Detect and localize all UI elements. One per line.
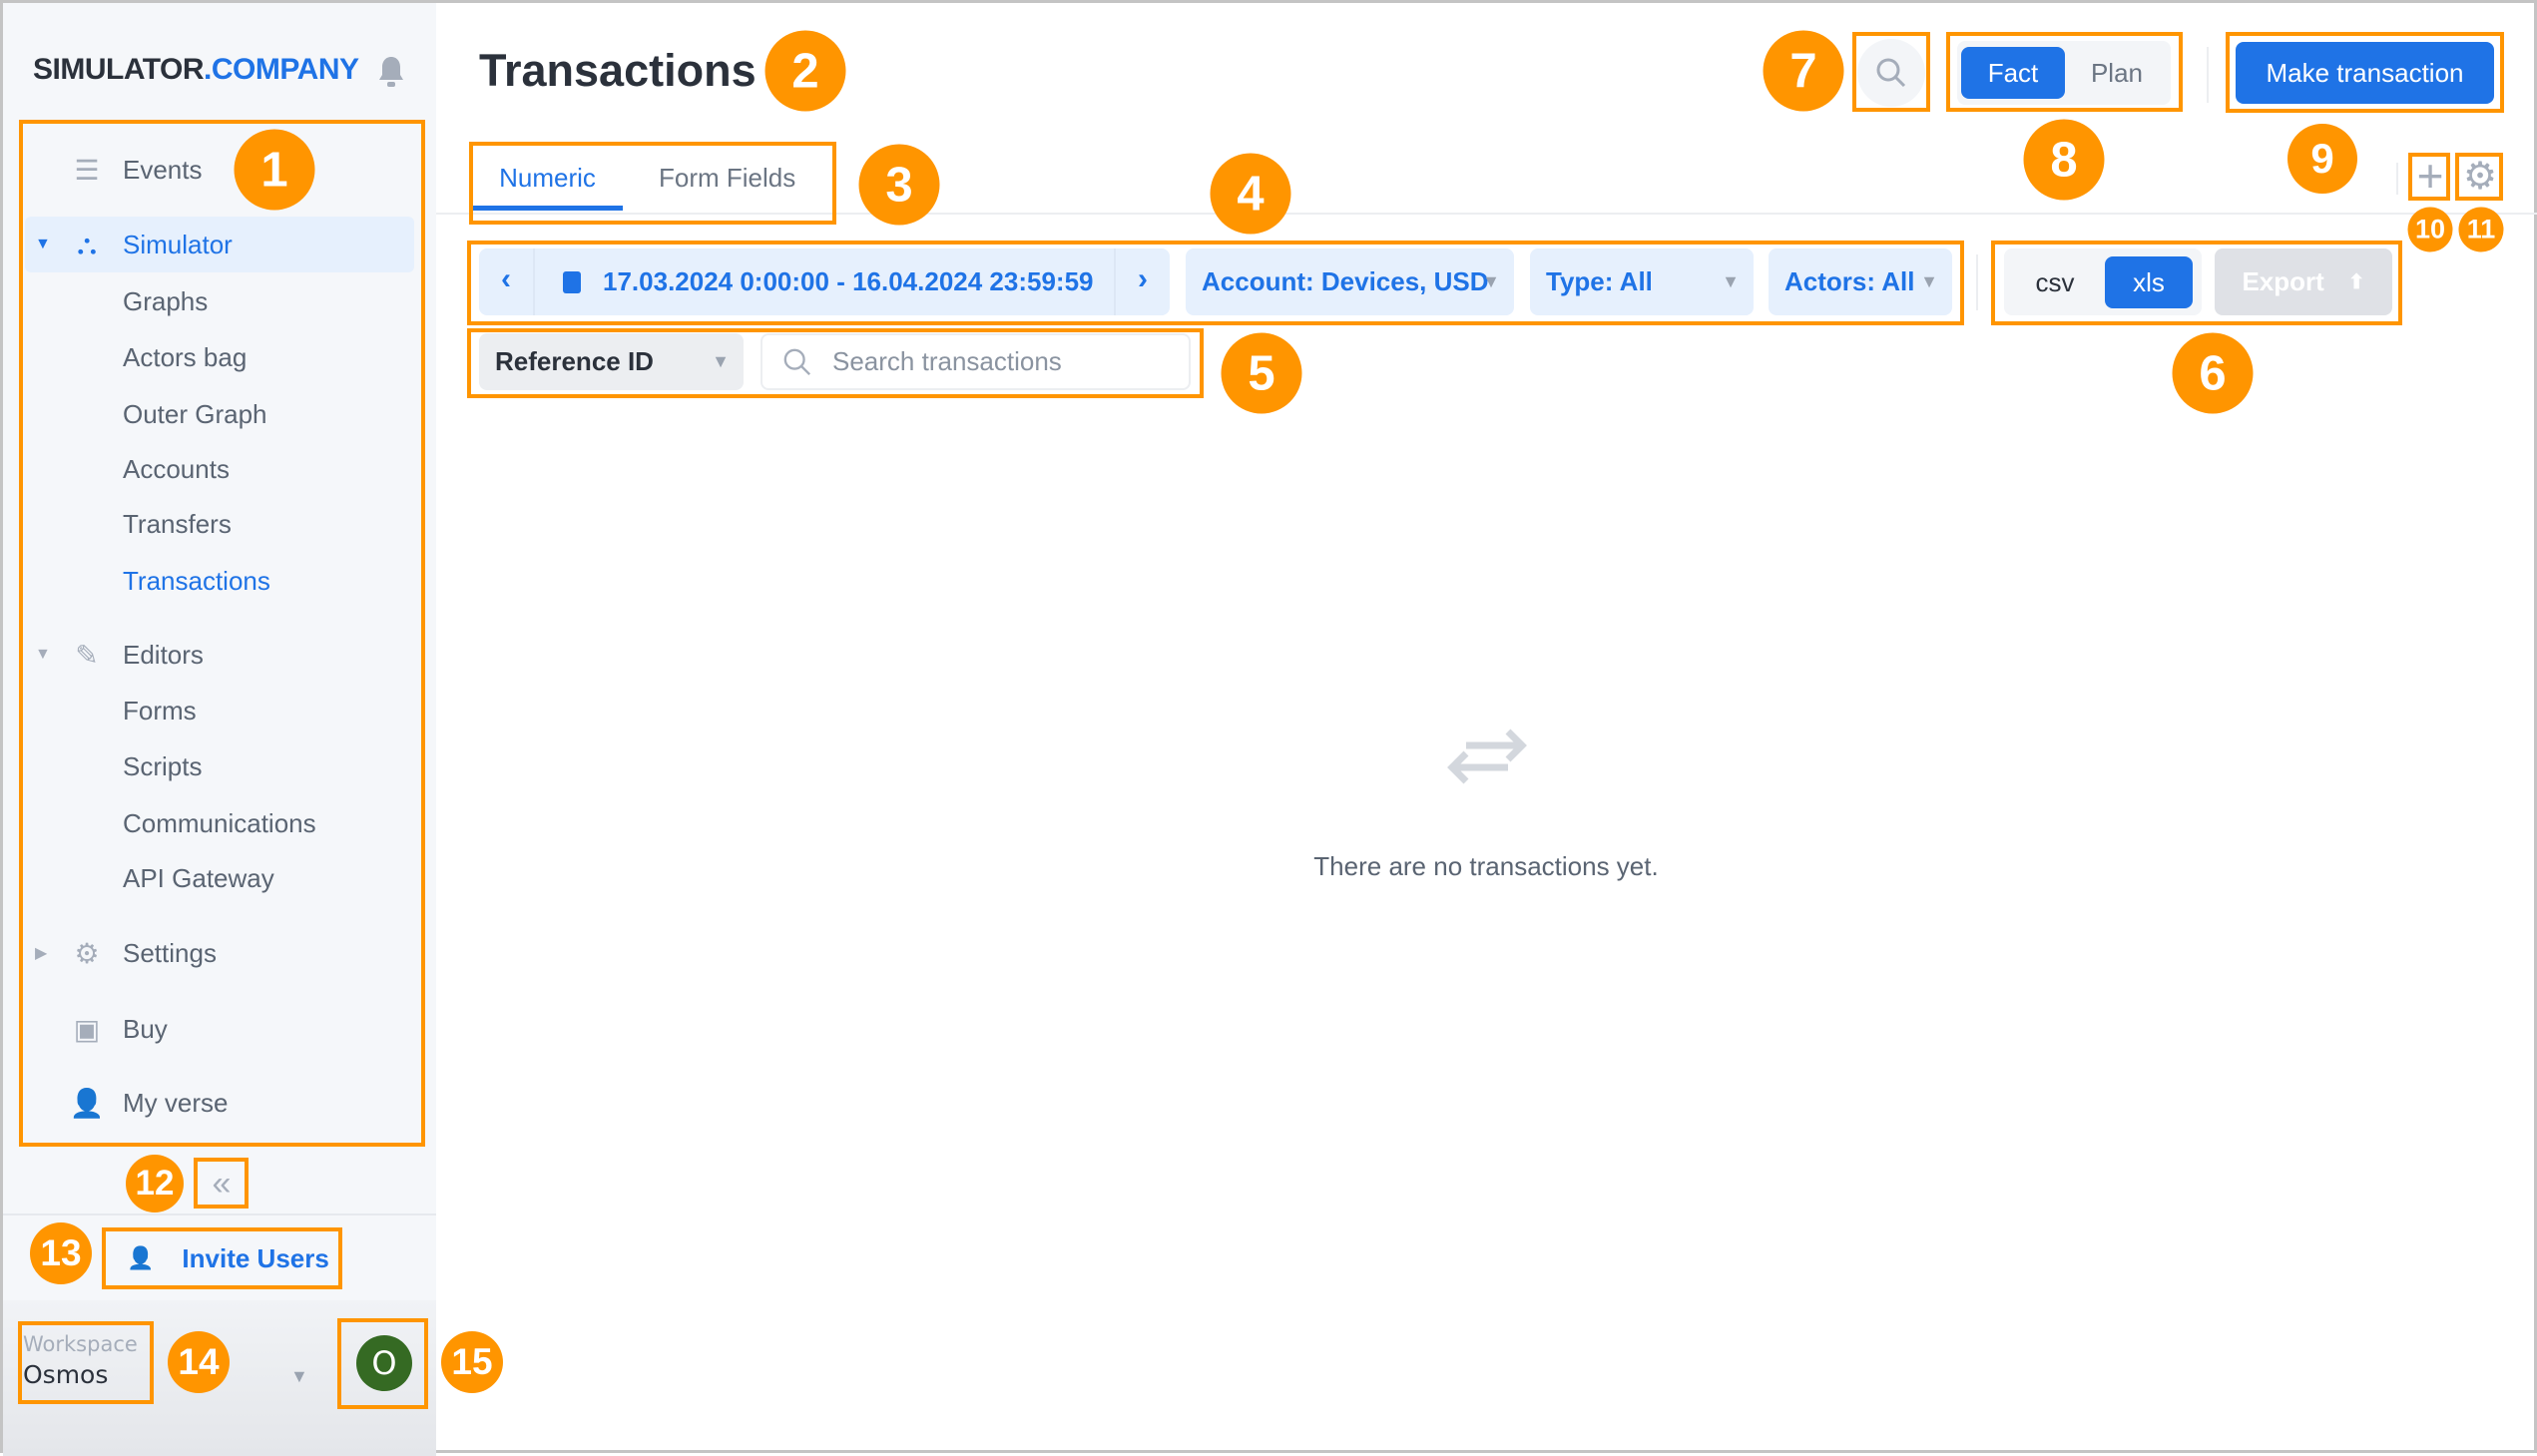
annotation-badge-15: 15 [441,1331,503,1393]
annotation-badge-8: 8 [2023,119,2105,201]
annotation-badge-11: 11 [2458,207,2504,252]
annotation-badge-9: 9 [2287,124,2357,194]
empty-state-message: There are no transactions yet. [1313,851,1659,881]
annotation-badge-3: 3 [858,144,940,226]
annotation-badge-6: 6 [2172,332,2254,414]
annotation-badge-14: 14 [168,1331,230,1393]
annotation-badge-10: 10 [2407,207,2453,252]
page-title: Transactions [479,45,757,96]
annotation-badge-1: 1 [234,129,315,211]
annotation-badge-12: 12 [126,1155,184,1213]
annotation-badge-2: 2 [764,30,846,112]
annotation-badge-13: 13 [30,1222,92,1284]
transfer-arrows-icon [1446,724,1528,792]
annotation-badge-5: 5 [1221,332,1302,414]
annotation-badge-7: 7 [1763,30,1844,112]
annotation-badge-4: 4 [1210,153,1291,235]
bell-icon[interactable] [376,55,406,89]
chevron-down-icon: ▼ [290,1366,308,1386]
logo: SIMULATOR.COMPANY [33,53,359,86]
